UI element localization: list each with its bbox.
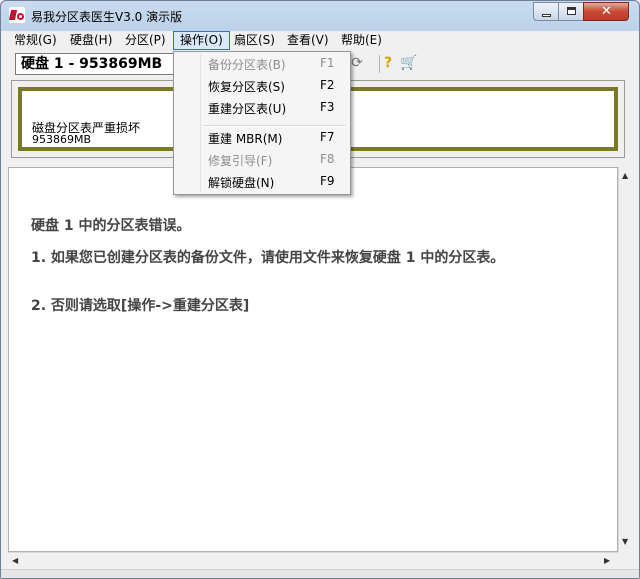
scroll-right-icon[interactable]: ▶ [604,556,610,565]
menu-item-unlock-disk[interactable]: 解锁硬盘(N) F9 [176,172,348,192]
message-pane: 硬盘 1 中的分区表错误。 1. 如果您已创建分区表的备份文件，请使用文件来恢复… [8,167,618,552]
menu-item-label: 解锁硬盘(N) [208,176,275,190]
disk-size: 953869MB [32,133,92,146]
menu-item-shortcut: F7 [320,130,335,144]
menu-item-repair-boot[interactable]: 修复引导(F) F8 [176,150,348,170]
menu-item-shortcut: F1 [320,56,335,70]
restore-instruction: 1. 如果您已创建分区表的备份文件，请使用文件来恢复硬盘 1 中的分区表。 [31,250,505,266]
menu-item-label: 重建分区表(U) [208,102,287,116]
app-logo-icon[interactable] [8,7,25,23]
menu-partition[interactable]: 分区(P) [119,31,172,50]
title-bar[interactable]: 易我分区表医生V3.0 演示版 ✕ [1,1,639,29]
menu-help[interactable]: 帮助(E) [335,31,388,50]
scroll-left-icon[interactable]: ◀ [12,556,18,565]
scroll-down-icon[interactable]: ▼ [622,537,628,546]
refresh-icon[interactable]: ⟳ [349,55,365,71]
menu-general[interactable]: 常规(G) [8,31,63,50]
vertical-scrollbar[interactable]: ▲ ▼ [618,167,634,552]
maximize-button[interactable] [558,2,584,21]
menu-item-label: 修复引导(F) [208,154,273,168]
cart-icon[interactable]: 🛒 [400,55,417,71]
menu-item-shortcut: F3 [320,100,335,114]
horizontal-scrollbar[interactable]: ◀ ▶ [8,552,618,569]
menu-item-restore-partition-table[interactable]: 恢复分区表(S) F2 [176,76,348,96]
menu-item-label: 恢复分区表(S) [208,80,285,94]
menu-item-backup-partition-table[interactable]: 备份分区表(B) F1 [176,54,348,74]
menu-sector[interactable]: 扇区(S) [228,31,281,50]
close-button[interactable]: ✕ [583,2,629,21]
menu-view[interactable]: 查看(V) [281,31,335,50]
scroll-up-icon[interactable]: ▲ [622,171,628,180]
menu-item-shortcut: F2 [320,78,335,92]
menu-item-rebuild-mbr[interactable]: 重建 MBR(M) F7 [176,128,348,148]
menu-item-shortcut: F8 [320,152,335,166]
minimize-button[interactable] [533,2,559,21]
app-window: 易我分区表医生V3.0 演示版 ✕ 常规(G) 硬盘(H) 分区(P) 操作(O… [0,0,640,579]
menu-item-shortcut: F9 [320,174,335,188]
menu-item-label: 备份分区表(B) [208,58,286,72]
close-icon: ✕ [601,4,612,19]
minimize-icon [542,14,551,17]
status-bar [1,569,639,578]
menu-disk[interactable]: 硬盘(H) [64,31,118,50]
menu-bar: 常规(G) 硬盘(H) 分区(P) 操作(O) 扇区(S) 查看(V) 帮助(E… [8,31,632,51]
rebuild-instruction: 2. 否则请选取[操作->重建分区表] [31,298,250,314]
disk-selector[interactable]: 硬盘 1 - 953869MB [15,53,175,75]
menu-item-rebuild-partition-table[interactable]: 重建分区表(U) F3 [176,98,348,118]
menu-operations[interactable]: 操作(O) [173,31,230,50]
help-icon[interactable]: ? [380,55,396,71]
operations-dropdown: 备份分区表(B) F1 恢复分区表(S) F2 重建分区表(U) F3 重建 M… [173,51,351,195]
menu-separator [204,125,346,127]
error-message: 硬盘 1 中的分区表错误。 [31,218,191,234]
menu-item-label: 重建 MBR(M) [208,132,283,146]
window-title: 易我分区表医生V3.0 演示版 [31,10,183,24]
maximize-icon [567,7,576,15]
